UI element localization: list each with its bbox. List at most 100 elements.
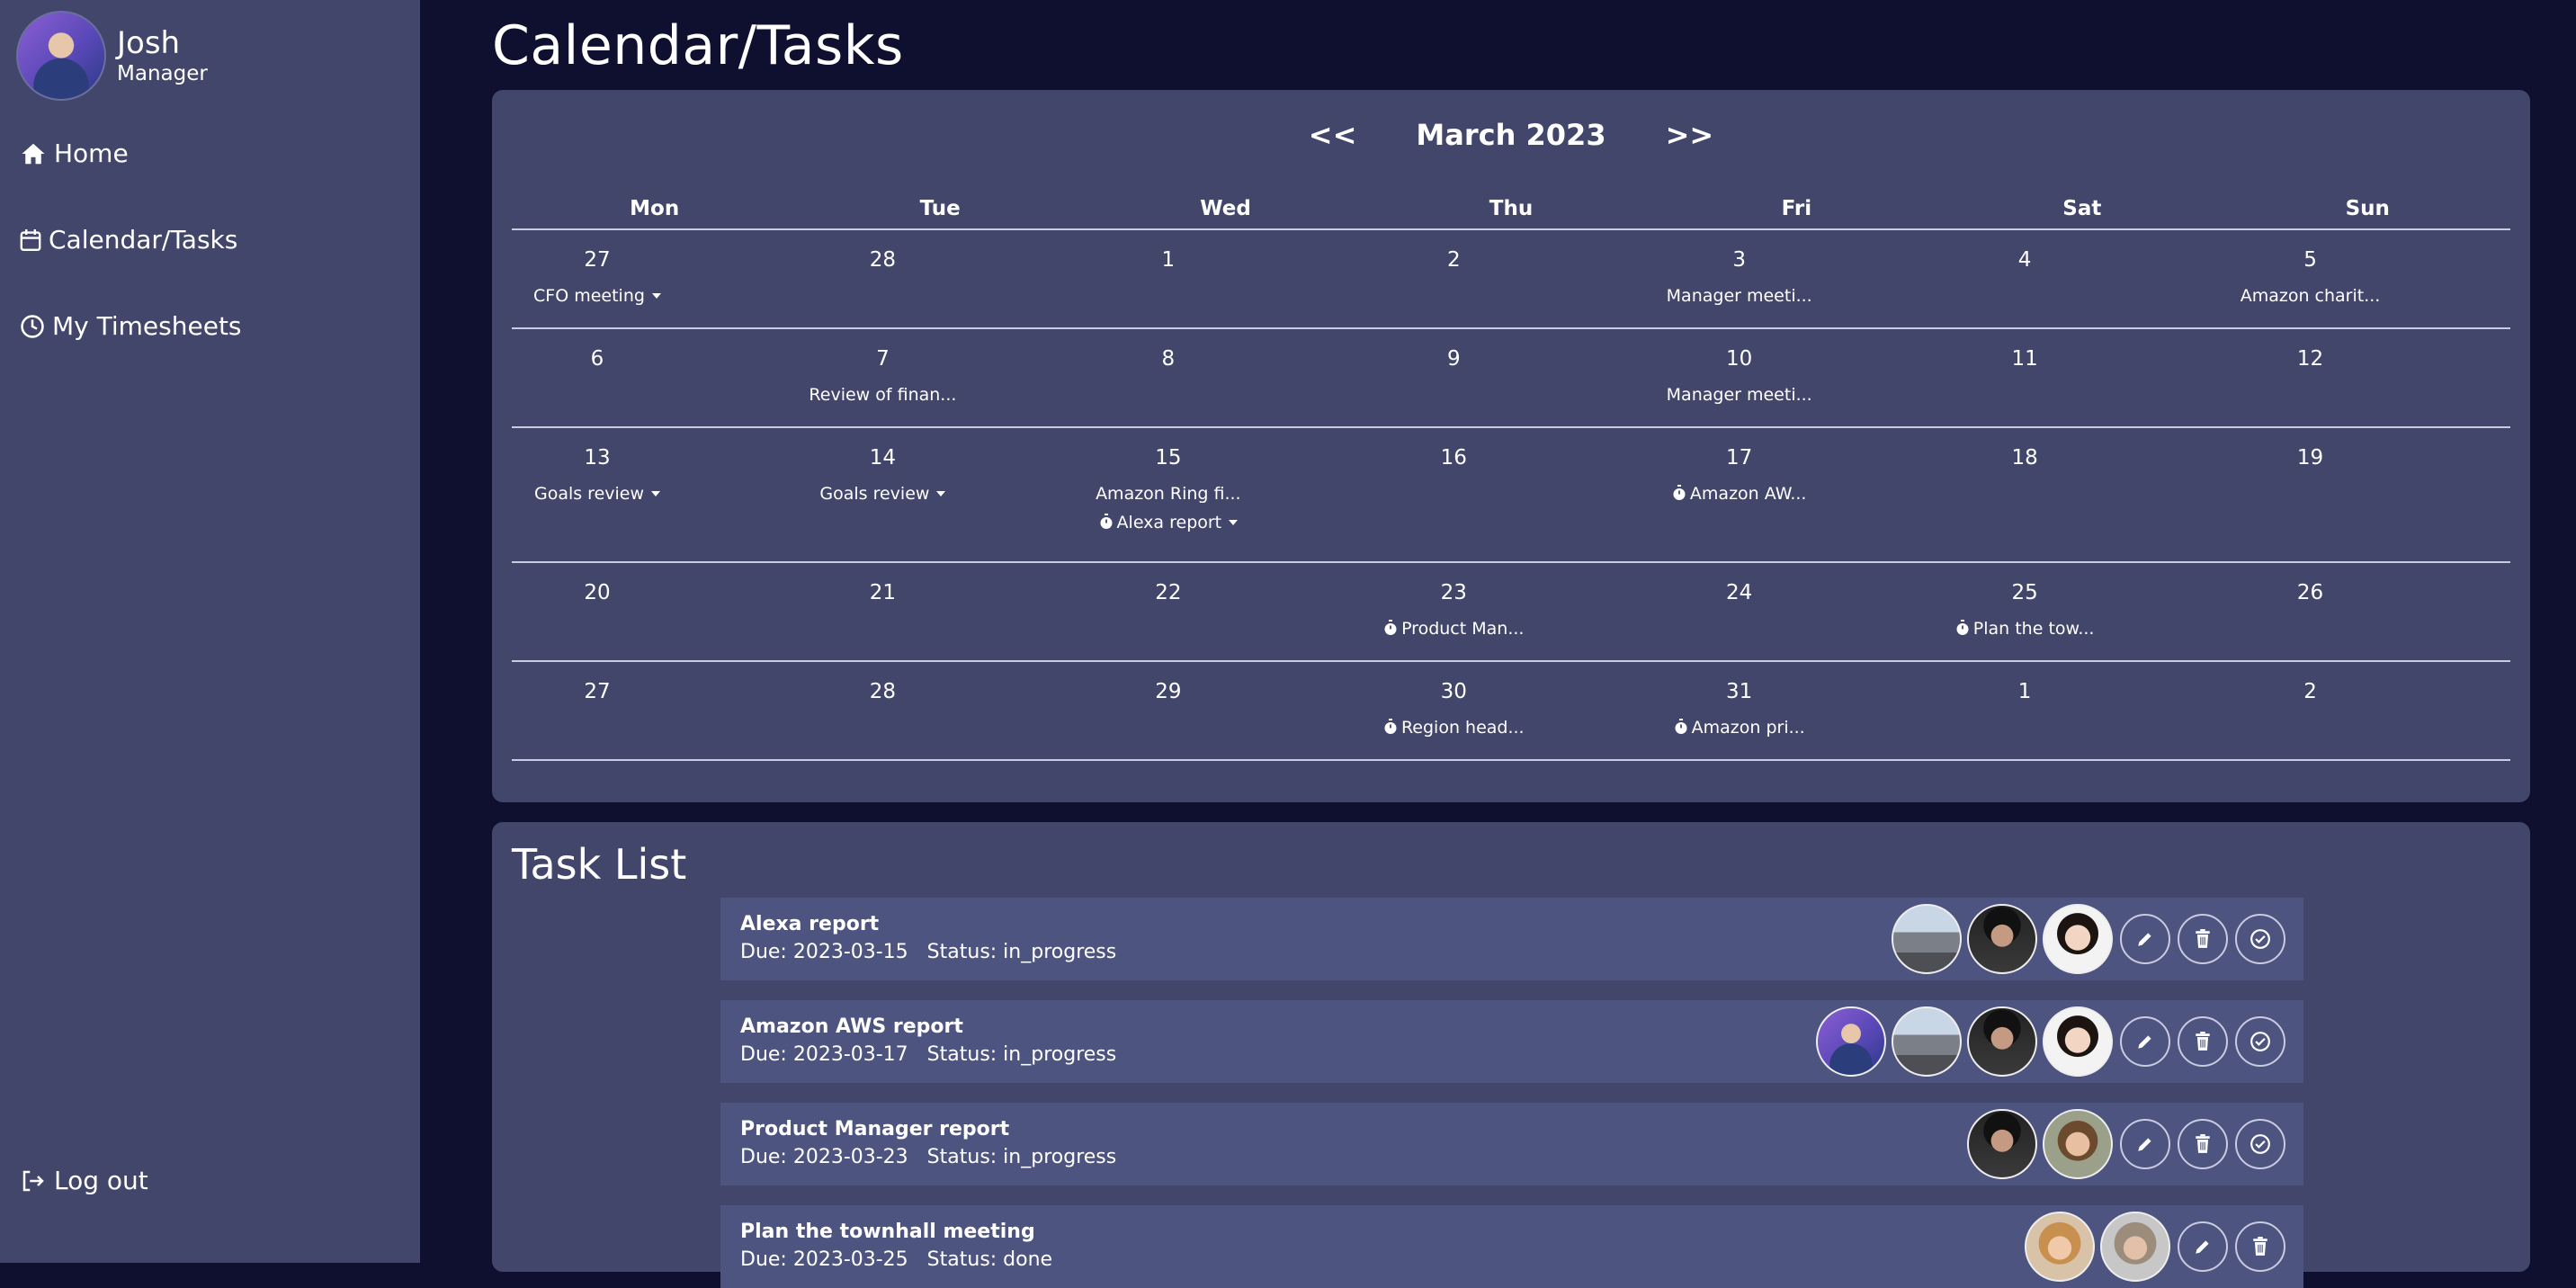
assignee-avatar[interactable] (2025, 1212, 2095, 1282)
delete-task-button[interactable] (2178, 914, 2228, 964)
day-number: 7 (876, 347, 890, 371)
calendar-day[interactable]: 4 (1939, 229, 2225, 329)
assignee-avatar[interactable] (2043, 904, 2113, 974)
prev-month-button[interactable]: << (1309, 118, 1357, 152)
day-number: 13 (584, 446, 611, 470)
calendar-day[interactable]: 8 (1082, 328, 1369, 428)
complete-task-button[interactable] (2235, 1119, 2285, 1169)
caret-down-icon[interactable] (1229, 520, 1239, 525)
event-label: Amazon pri... (1691, 718, 1805, 738)
sidebar-item-home[interactable]: Home (20, 139, 129, 168)
calendar-event[interactable]: Plan the tow... (1939, 619, 2110, 639)
assignee-avatar[interactable] (2043, 1109, 2113, 1179)
calendar-event[interactable]: CFO meeting (512, 286, 683, 306)
caret-down-icon[interactable] (936, 491, 946, 496)
event-label: Review of finan... (809, 385, 957, 405)
calendar-day[interactable]: 28 (797, 661, 1083, 761)
task-item[interactable]: Plan the townhall meeting Due: 2023-03-25… (720, 1205, 2303, 1288)
calendar-day[interactable]: 3 Manager meeti... (1653, 229, 1940, 329)
complete-task-button[interactable] (2235, 1016, 2285, 1067)
assignee-avatar[interactable] (1892, 904, 1962, 974)
assignee-avatar[interactable] (1967, 1006, 2037, 1077)
calendar-day[interactable]: 15 Amazon Ring fi... Alexa report (1082, 427, 1369, 563)
calendar-event[interactable]: Amazon AW... (1654, 484, 1825, 504)
sidebar-item-timesheets[interactable]: My Timesheets (20, 311, 242, 341)
calendar-day[interactable]: 2 (2224, 661, 2510, 761)
calendar-event[interactable]: Goals review (512, 484, 683, 504)
task-meta: Due: 2023-03-23 Status: in_progress (740, 1143, 1116, 1172)
calendar-week: 27 CFO meeting 28 1 2 3 Manager meeti... 4 5 Amaz… (512, 229, 2510, 329)
calendar-day[interactable]: 22 (1082, 562, 1369, 662)
assignee-avatar[interactable] (2043, 1006, 2113, 1077)
delete-task-button[interactable] (2178, 1016, 2228, 1067)
assignee-avatar[interactable] (1816, 1006, 1886, 1077)
calendar-day[interactable]: 2 (1368, 229, 1654, 329)
calendar-day[interactable]: 14 Goals review (797, 427, 1083, 563)
calendar-day[interactable]: 28 (797, 229, 1083, 329)
task-item[interactable]: Product Manager report Due: 2023-03-23 St… (720, 1103, 2303, 1185)
delete-task-button[interactable] (2178, 1119, 2228, 1169)
calendar-day[interactable]: 12 (2224, 328, 2510, 428)
calendar-day[interactable]: 21 (797, 562, 1083, 662)
weekday-header: Sun (2224, 189, 2510, 230)
day-number: 18 (2011, 446, 2038, 470)
user-name: Josh (117, 25, 181, 61)
calendar-day[interactable]: 20 (512, 562, 798, 662)
assignee-avatar[interactable] (2100, 1212, 2170, 1282)
calendar-event[interactable]: Goals review (797, 484, 968, 504)
calendar-day[interactable]: 1 (1939, 661, 2225, 761)
calendar-event[interactable]: Manager meeti... (1654, 286, 1825, 306)
calendar-event[interactable]: Region head... (1368, 718, 1539, 738)
calendar-day[interactable]: 7 Review of finan... (797, 328, 1083, 428)
task-item[interactable]: Alexa report Due: 2023-03-15 Status: in_p… (720, 898, 2303, 980)
calendar-day[interactable]: 26 (2224, 562, 2510, 662)
edit-task-button[interactable] (2120, 1016, 2170, 1067)
calendar-day[interactable]: 1 (1082, 229, 1369, 329)
complete-task-button[interactable] (2235, 914, 2285, 964)
edit-task-button[interactable] (2120, 914, 2170, 964)
next-month-button[interactable]: >> (1666, 118, 1714, 152)
calendar-event[interactable]: Manager meeti... (1654, 385, 1825, 405)
day-number: 17 (1726, 446, 1753, 470)
calendar-event[interactable]: Amazon charit... (2225, 286, 2396, 306)
calendar-event[interactable]: Product Man... (1368, 619, 1539, 639)
calendar-day[interactable]: 19 (2224, 427, 2510, 563)
calendar-event[interactable]: Amazon pri... (1654, 718, 1825, 738)
calendar-day[interactable]: 27 CFO meeting (512, 229, 798, 329)
calendar-day[interactable]: 24 (1653, 562, 1940, 662)
caret-down-icon[interactable] (651, 293, 661, 299)
calendar-day[interactable]: 6 (512, 328, 798, 428)
sidebar-item-label: Calendar/Tasks (49, 225, 238, 255)
calendar-day[interactable]: 9 (1368, 328, 1654, 428)
calendar-event[interactable]: Alexa report (1083, 513, 1254, 532)
calendar-day[interactable]: 13 Goals review (512, 427, 798, 563)
edit-task-button[interactable] (2178, 1221, 2228, 1272)
assignee-avatar[interactable] (1892, 1006, 1962, 1077)
calendar-day[interactable]: 27 (512, 661, 798, 761)
calendar-day[interactable]: 25 Plan the tow... (1939, 562, 2225, 662)
calendar-day[interactable]: 11 (1939, 328, 2225, 428)
calendar-day[interactable]: 30 Region head... (1368, 661, 1654, 761)
calendar-day[interactable]: 31 Amazon pri... (1653, 661, 1940, 761)
task-name: Product Manager report (740, 1118, 1010, 1140)
calendar-day[interactable]: 5 Amazon charit... (2224, 229, 2510, 329)
assignee-avatar[interactable] (1967, 1109, 2037, 1179)
caret-down-icon[interactable] (651, 491, 661, 496)
calendar-day[interactable]: 23 Product Man... (1368, 562, 1654, 662)
calendar-event[interactable]: Review of finan... (797, 385, 968, 405)
calendar-day[interactable]: 10 Manager meeti... (1653, 328, 1940, 428)
calendar-day[interactable]: 18 (1939, 427, 2225, 563)
edit-task-button[interactable] (2120, 1119, 2170, 1169)
day-number: 26 (2296, 581, 2324, 604)
logout-button[interactable]: Log out (20, 1166, 148, 1195)
calendar-day[interactable]: 16 (1368, 427, 1654, 563)
task-item[interactable]: Amazon AWS report Due: 2023-03-17 Status:… (720, 1000, 2303, 1083)
delete-task-button[interactable] (2235, 1221, 2285, 1272)
event-label: Goals review (819, 484, 930, 504)
calendar-event[interactable]: Amazon Ring fi... (1083, 484, 1254, 504)
sidebar-item-calendar[interactable]: Calendar/Tasks (20, 225, 237, 255)
pencil-icon (2138, 1138, 2151, 1151)
assignee-avatar[interactable] (1967, 904, 2037, 974)
calendar-day[interactable]: 17 Amazon AW... (1653, 427, 1940, 563)
calendar-day[interactable]: 29 (1082, 661, 1369, 761)
